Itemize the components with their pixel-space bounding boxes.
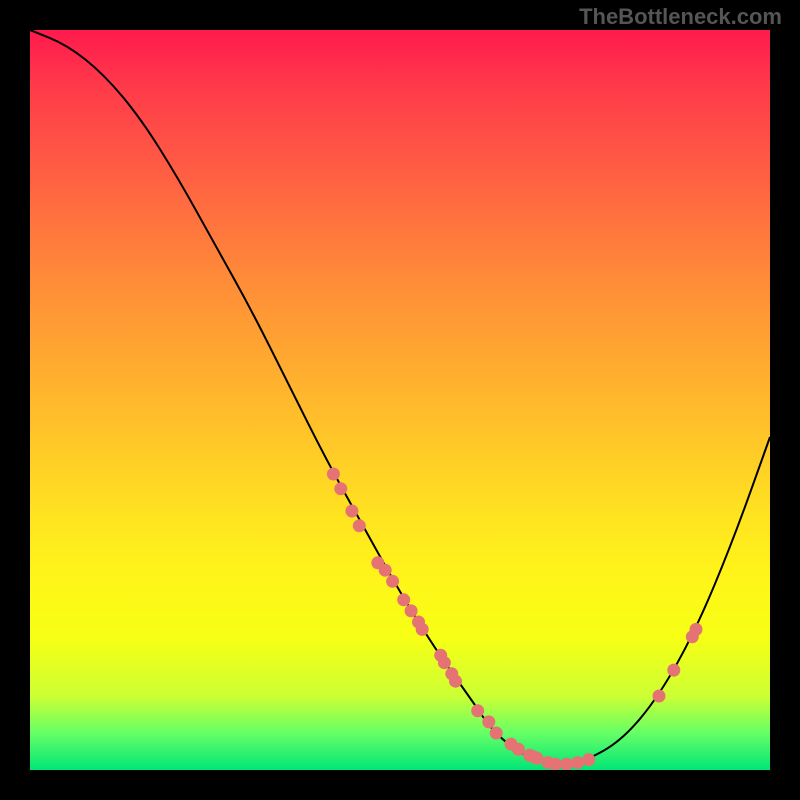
data-point — [345, 505, 358, 518]
data-point — [405, 604, 418, 617]
watermark-text: TheBottleneck.com — [579, 4, 782, 30]
gradient-plot-area — [30, 30, 770, 770]
data-point — [530, 752, 543, 765]
data-point — [416, 623, 429, 636]
data-point — [471, 704, 484, 717]
data-point — [438, 656, 451, 669]
data-point — [397, 593, 410, 606]
data-point — [549, 758, 562, 770]
chart-svg — [30, 30, 770, 770]
data-point — [482, 715, 495, 728]
data-point — [512, 743, 525, 756]
data-point — [353, 519, 366, 532]
data-point — [334, 482, 347, 495]
data-point — [560, 758, 573, 770]
data-point — [386, 575, 399, 588]
data-point — [667, 664, 680, 677]
data-point — [653, 690, 666, 703]
data-point — [490, 727, 503, 740]
data-point — [690, 623, 703, 636]
bottleneck-curve — [30, 30, 770, 764]
data-point — [582, 753, 595, 766]
chart-container: TheBottleneck.com — [0, 0, 800, 800]
data-points-group — [327, 468, 703, 771]
data-point — [379, 564, 392, 577]
data-point — [449, 675, 462, 688]
data-point — [327, 468, 340, 481]
data-point — [571, 756, 584, 769]
